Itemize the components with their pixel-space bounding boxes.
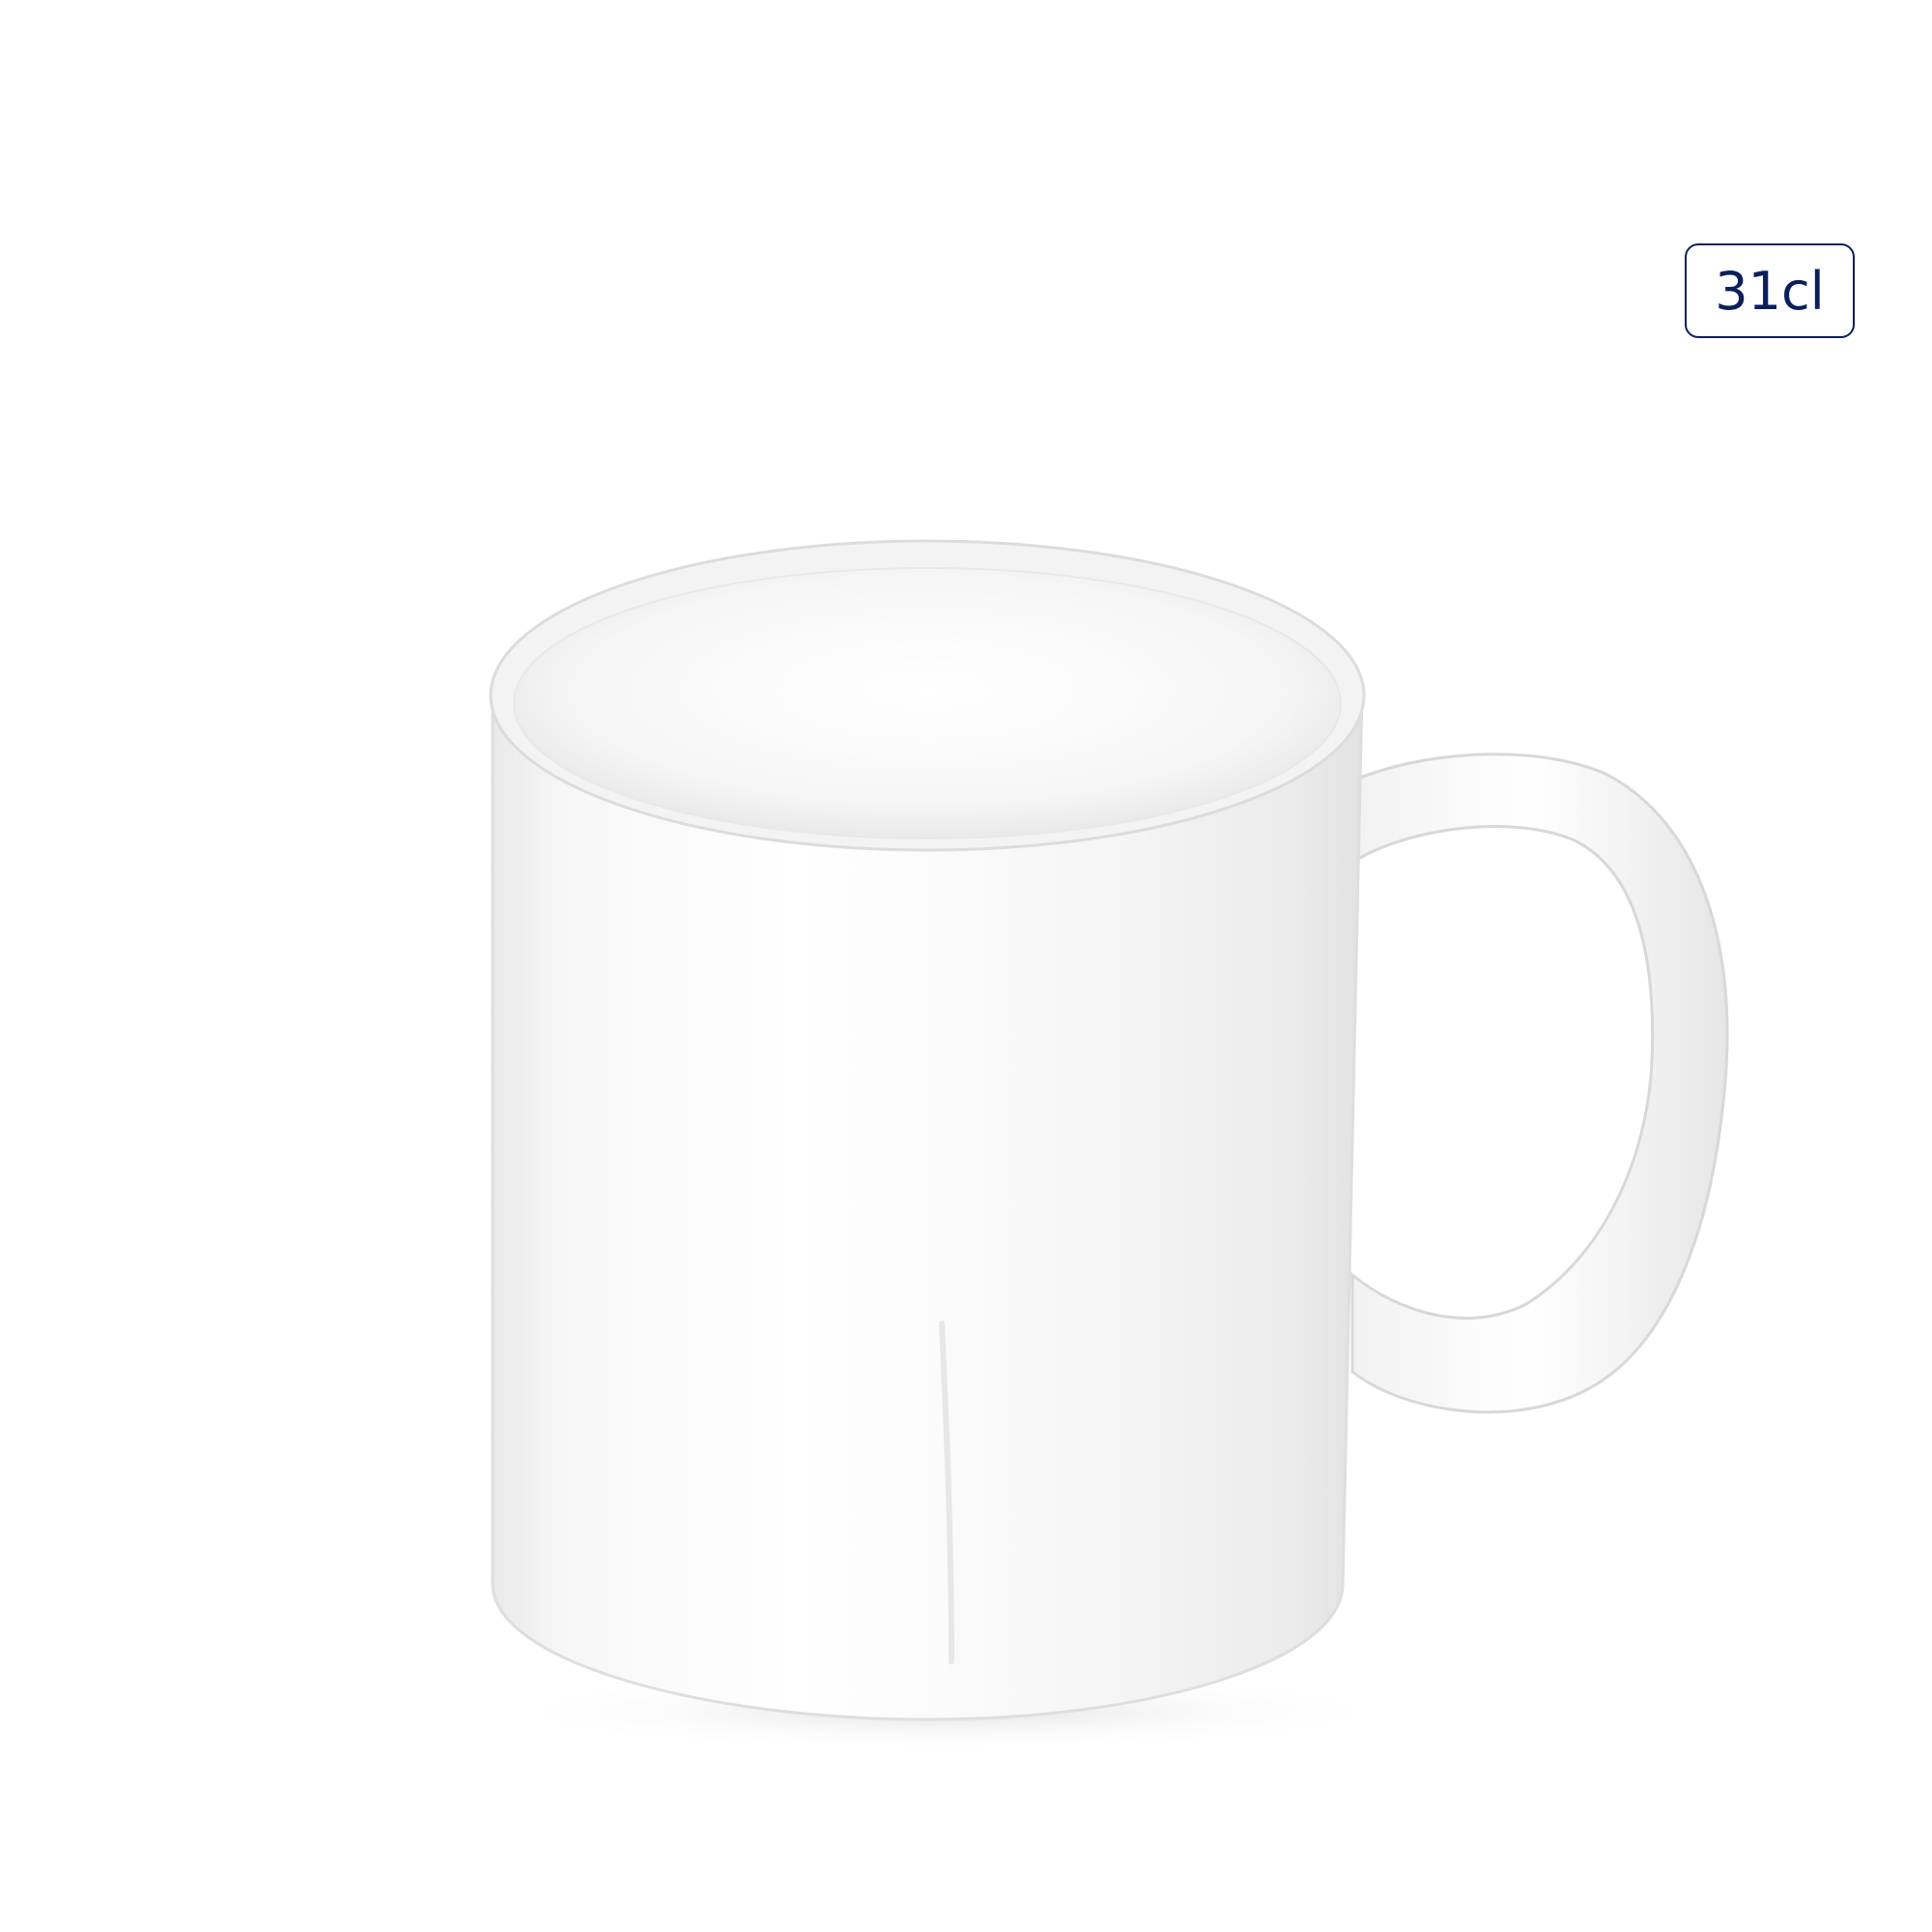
capacity-label: 31cl xyxy=(1715,260,1825,322)
capacity-badge: 31cl xyxy=(1685,243,1855,338)
product-image-canvas: 31cl xyxy=(0,0,1932,1932)
white-mug-icon xyxy=(489,539,1729,1750)
